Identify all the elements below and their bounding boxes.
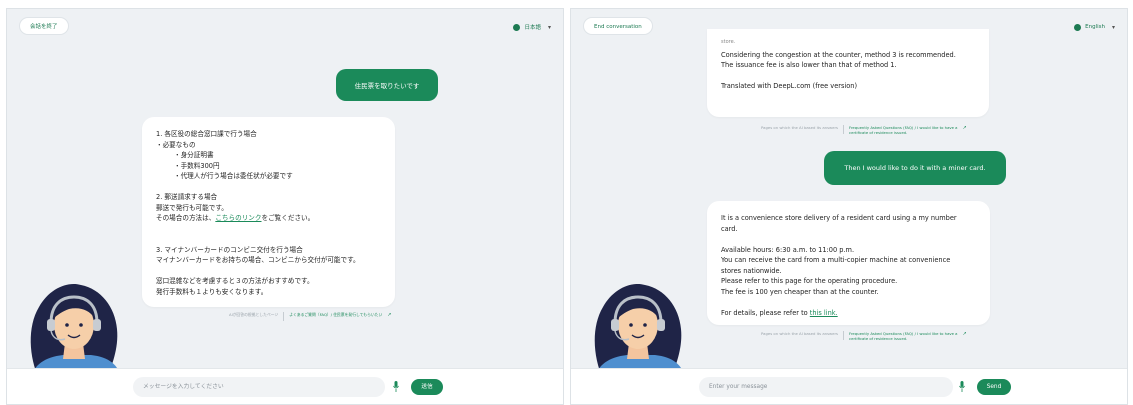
source-link[interactable]: Frequently Asked Questions (FAQ) / I wou… — [849, 125, 957, 135]
message-line: 2. 郵送請求する場合 — [156, 193, 218, 201]
message-line: ・身分証明書 — [174, 151, 214, 159]
message-line: store. — [721, 39, 736, 45]
input-bar: Enter your message Send — [571, 368, 1127, 404]
message-line — [156, 234, 381, 245]
source-label: AIが回答の根拠としたページ — [229, 312, 279, 317]
language-selector[interactable]: English ▾ — [1074, 19, 1115, 35]
message-line: マイナンバーカードをお持ちの場合、コンビニから交付が可能です。 — [156, 256, 360, 264]
message-line: The issuance fee is also lower than that… — [721, 61, 897, 69]
message-line — [721, 234, 976, 245]
message-line: Considering the congestion at the counte… — [721, 50, 956, 59]
message-line — [721, 297, 976, 308]
message-line: 郵送で発行も可能です。 — [156, 203, 228, 212]
message-text: をご覧ください。 — [261, 214, 315, 222]
chat-panel-english: End conversation English ▾ store. Consid… — [570, 8, 1128, 405]
microphone-icon[interactable] — [959, 381, 965, 392]
language-selector[interactable]: 日本語 ▾ — [513, 19, 551, 35]
message-line: stores nationwide. — [721, 266, 782, 275]
message-line: 1. 各区役の総合窓口課で行う場合 — [156, 130, 257, 138]
source-link-line: certificate of residence issued. — [849, 130, 908, 135]
source-link[interactable]: よくあるご質問（FAQ）/ 住民票を発行してもらいたい — [289, 312, 382, 317]
message-text: その場合の方法は、 — [156, 214, 216, 222]
source-link[interactable]: Frequently Asked Questions (FAQ) / I wou… — [849, 331, 957, 341]
message-line: ・代理人が行う場合は委任状が必要です — [174, 172, 293, 180]
source-link-line: certificate of residence issued. — [849, 336, 908, 341]
globe-icon — [513, 23, 521, 31]
chevron-down-icon: ▾ — [547, 23, 551, 31]
language-label: 日本語 — [524, 25, 541, 31]
external-link-icon: ↗ — [387, 312, 392, 318]
chat-panel-japanese: 会話を終了 日本語 ▾ 住民票を取りたいです 1. 各区役の総合窓口課で行う場合… — [6, 8, 564, 405]
answer-source: AIが回答の根拠としたページ よくあるご質問（FAQ）/ 住民票を発行してもらい… — [229, 312, 391, 321]
message-line: Please refer to this page for the operat… — [721, 277, 898, 285]
detail-link[interactable]: こちらのリンク — [215, 214, 261, 222]
send-button[interactable]: 送信 — [411, 379, 443, 395]
user-message: 住民票を取りたいです — [336, 69, 438, 101]
answer-source: Pages on which the AI based its answers … — [761, 331, 967, 341]
message-line — [721, 71, 975, 82]
divider — [843, 125, 845, 134]
answer-source: Pages on which the AI based its answers … — [761, 125, 967, 135]
microphone-icon[interactable] — [393, 381, 399, 392]
message-line: Available hours: 6:30 a.m. to 11:00 p.m. — [721, 245, 855, 254]
message-line: You can receive the card from a multi-co… — [721, 256, 951, 264]
message-line: ・必要なもの — [156, 140, 196, 149]
end-conversation-button[interactable]: 会話を終了 — [19, 17, 69, 35]
chevron-down-icon: ▾ — [1111, 23, 1115, 31]
message-line — [156, 224, 381, 235]
external-link-icon: ↗ — [962, 331, 967, 337]
source-label: Pages on which the AI based its answers — [761, 125, 839, 130]
operator-avatar — [19, 267, 129, 379]
send-button[interactable]: Send — [977, 379, 1011, 395]
bot-message: 1. 各区役の総合窓口課で行う場合 ・必要なもの ・身分証明書 ・手数料300円… — [142, 117, 395, 307]
message-input[interactable]: メッセージを入力してください — [133, 377, 385, 397]
message-line — [156, 266, 381, 277]
divider — [843, 331, 845, 340]
message-line — [156, 182, 381, 193]
message-line: The fee is 100 yen cheaper than at the c… — [721, 287, 879, 296]
globe-icon — [1074, 23, 1082, 31]
bot-message: It is a convenience store delivery of a … — [707, 201, 990, 325]
message-line: card. — [721, 224, 738, 233]
divider — [283, 312, 285, 321]
message-line: Translated with DeepL.com (free version) — [721, 82, 858, 90]
source-label: Pages on which the AI based its answers — [761, 331, 839, 336]
message-line: 発行手数料も１よりも安くなります。 — [156, 287, 268, 296]
input-bar: メッセージを入力してください 送信 — [7, 368, 563, 404]
message-line: For details, please refer to this link. — [721, 308, 976, 319]
message-line: 窓口混雑などを考慮すると３の方法がおすすめです。 — [156, 277, 314, 285]
message-input[interactable]: Enter your message — [699, 377, 953, 397]
detail-link[interactable]: this link. — [810, 309, 838, 317]
message-line: 3. マイナンバーカードのコンビニ交付を行う場合 — [156, 245, 303, 254]
message-line: その場合の方法は、こちらのリンクをご覧ください。 — [156, 213, 381, 224]
bot-message: store. Considering the congestion at the… — [707, 29, 989, 117]
message-line: It is a convenience store delivery of a … — [721, 214, 957, 222]
message-line: ・手数料300円 — [174, 161, 220, 170]
external-link-icon: ↗ — [962, 125, 967, 131]
end-conversation-button[interactable]: End conversation — [583, 17, 653, 35]
message-text: For details, please refer to — [721, 308, 808, 317]
user-message: Then I would like to do it with a miner … — [824, 151, 1006, 185]
language-label: English — [1085, 24, 1105, 30]
operator-avatar — [583, 267, 693, 379]
